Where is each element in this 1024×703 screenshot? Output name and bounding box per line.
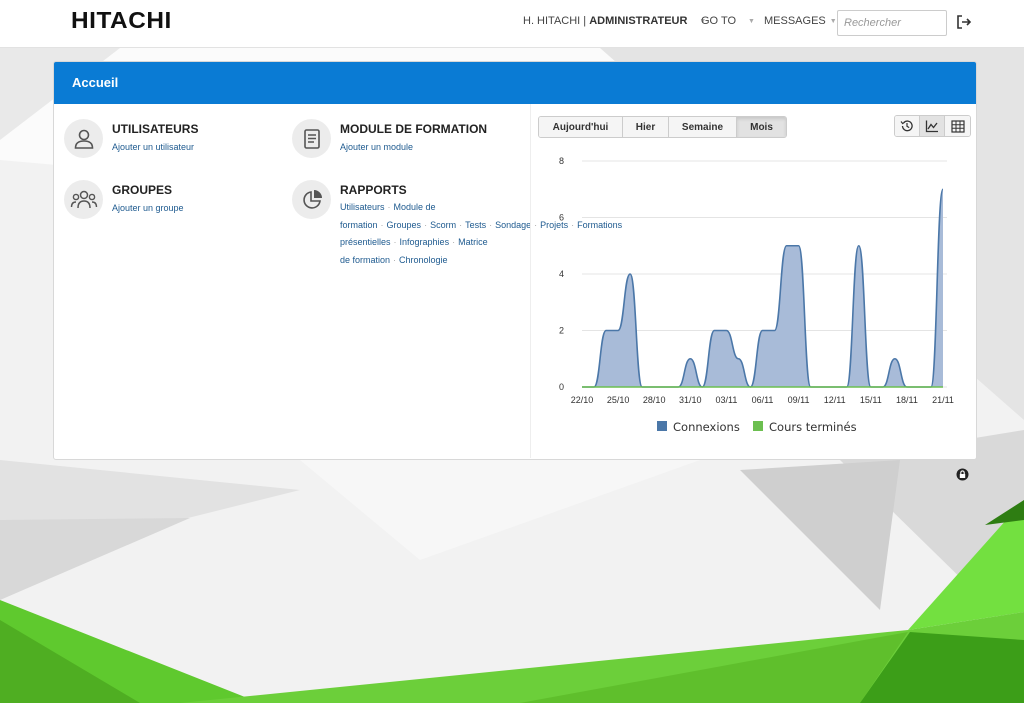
x-tick-label: 22/10	[571, 395, 594, 405]
period-today-button[interactable]: Aujourd'hui	[539, 117, 623, 137]
user-role: ADMINISTRATEUR	[589, 15, 688, 27]
x-tick-label: 28/10	[643, 395, 666, 405]
lock-icon[interactable]	[956, 468, 969, 481]
report-link-utilisateurs[interactable]: Utilisateurs	[340, 202, 385, 212]
report-link-groupes[interactable]: Groupes	[387, 220, 422, 230]
add-group-link[interactable]: Ajouter un groupe	[112, 203, 184, 213]
x-tick-label: 31/10	[679, 395, 702, 405]
connections-chart: 0 2 4 6 8 22/10 25/10 28/10 31/10 03/11 06/11 09/1…	[559, 156, 954, 434]
x-tick-label: 21/11	[932, 395, 954, 405]
search-input[interactable]	[837, 10, 947, 36]
chart-legend: Connexions Cours terminés	[657, 420, 857, 434]
x-tick-label: 03/11	[715, 395, 737, 405]
period-month-button[interactable]: Mois	[737, 117, 786, 137]
x-tick-label: 15/11	[860, 395, 882, 405]
messages-label: MESSAGES	[764, 15, 826, 27]
table-view-button[interactable]	[945, 116, 970, 136]
x-tick-label: 25/10	[607, 395, 630, 405]
top-navbar: HITACHI H. HITACHI | ADMINISTRATEUR ▼ GO …	[0, 0, 1024, 48]
x-tick-label: 09/11	[788, 395, 810, 405]
chevron-down-icon: ▼	[829, 18, 837, 25]
y-tick-label: 4	[559, 269, 564, 279]
history-view-button[interactable]	[895, 116, 920, 136]
messages-menu[interactable]: MESSAGES ▼	[764, 15, 837, 27]
panel-title: Accueil	[54, 62, 976, 104]
user-name: H. HITACHI	[523, 15, 581, 27]
reports-title[interactable]: RAPPORTS	[340, 183, 407, 197]
goto-menu[interactable]: GO TO ▼	[701, 15, 755, 27]
legend-label: Connexions	[673, 420, 740, 434]
legend-swatch	[753, 421, 763, 431]
x-tick-label: 18/11	[896, 395, 918, 405]
report-link-scorm[interactable]: Scorm	[430, 220, 456, 230]
chevron-down-icon: ▼	[748, 18, 755, 25]
report-link-chronologie[interactable]: Chronologie	[399, 255, 448, 265]
book-icon[interactable]	[292, 119, 331, 158]
x-tick-label: 06/11	[752, 395, 774, 405]
brand-logo[interactable]: HITACHI	[71, 7, 172, 34]
user-icon[interactable]	[64, 119, 103, 158]
y-tick-label: 2	[559, 326, 564, 336]
connexions-area	[582, 189, 943, 387]
legend-label: Cours terminés	[769, 420, 857, 434]
group-icon[interactable]	[64, 180, 103, 219]
history-icon	[900, 120, 913, 132]
pie-chart-icon[interactable]	[292, 180, 331, 219]
area-view-button[interactable]	[920, 116, 945, 136]
x-tick-label: 12/11	[824, 395, 846, 405]
period-selector: Aujourd'hui Hier Semaine Mois	[538, 116, 787, 138]
report-link-tests[interactable]: Tests	[465, 220, 486, 230]
add-module-link[interactable]: Ajouter un module	[340, 142, 413, 152]
users-title[interactable]: UTILISATEURS	[112, 122, 198, 136]
area-chart-icon	[925, 120, 938, 133]
groups-title[interactable]: GROUPES	[112, 183, 172, 197]
y-axis-ticks: 0 2 4 6 8	[559, 156, 564, 392]
period-week-button[interactable]: Semaine	[669, 117, 737, 137]
report-link-infographies[interactable]: Infographies	[400, 237, 450, 247]
y-tick-label: 0	[559, 382, 564, 392]
y-tick-label: 8	[559, 156, 564, 166]
chart-series	[581, 188, 944, 388]
y-tick-label: 6	[559, 213, 564, 223]
reports-links: Utilisateurs · Module de formation · Groupes…	[340, 202, 623, 265]
legend-swatch	[657, 421, 667, 431]
goto-label: GO TO	[701, 15, 737, 27]
logout-icon[interactable]	[955, 13, 973, 31]
view-selector	[894, 115, 971, 137]
add-user-link[interactable]: Ajouter un utilisateur	[112, 142, 194, 152]
x-axis-ticks: 22/10 25/10 28/10 31/10 03/11 06/11 09/11 12/11…	[571, 395, 954, 405]
user-menu[interactable]: H. HITACHI | ADMINISTRATEUR ▼	[523, 15, 706, 27]
module-title[interactable]: MODULE DE FORMATION	[340, 122, 487, 136]
period-yesterday-button[interactable]: Hier	[623, 117, 669, 137]
report-link-sondage[interactable]: Sondage	[495, 220, 531, 230]
table-grid-icon	[950, 119, 965, 133]
